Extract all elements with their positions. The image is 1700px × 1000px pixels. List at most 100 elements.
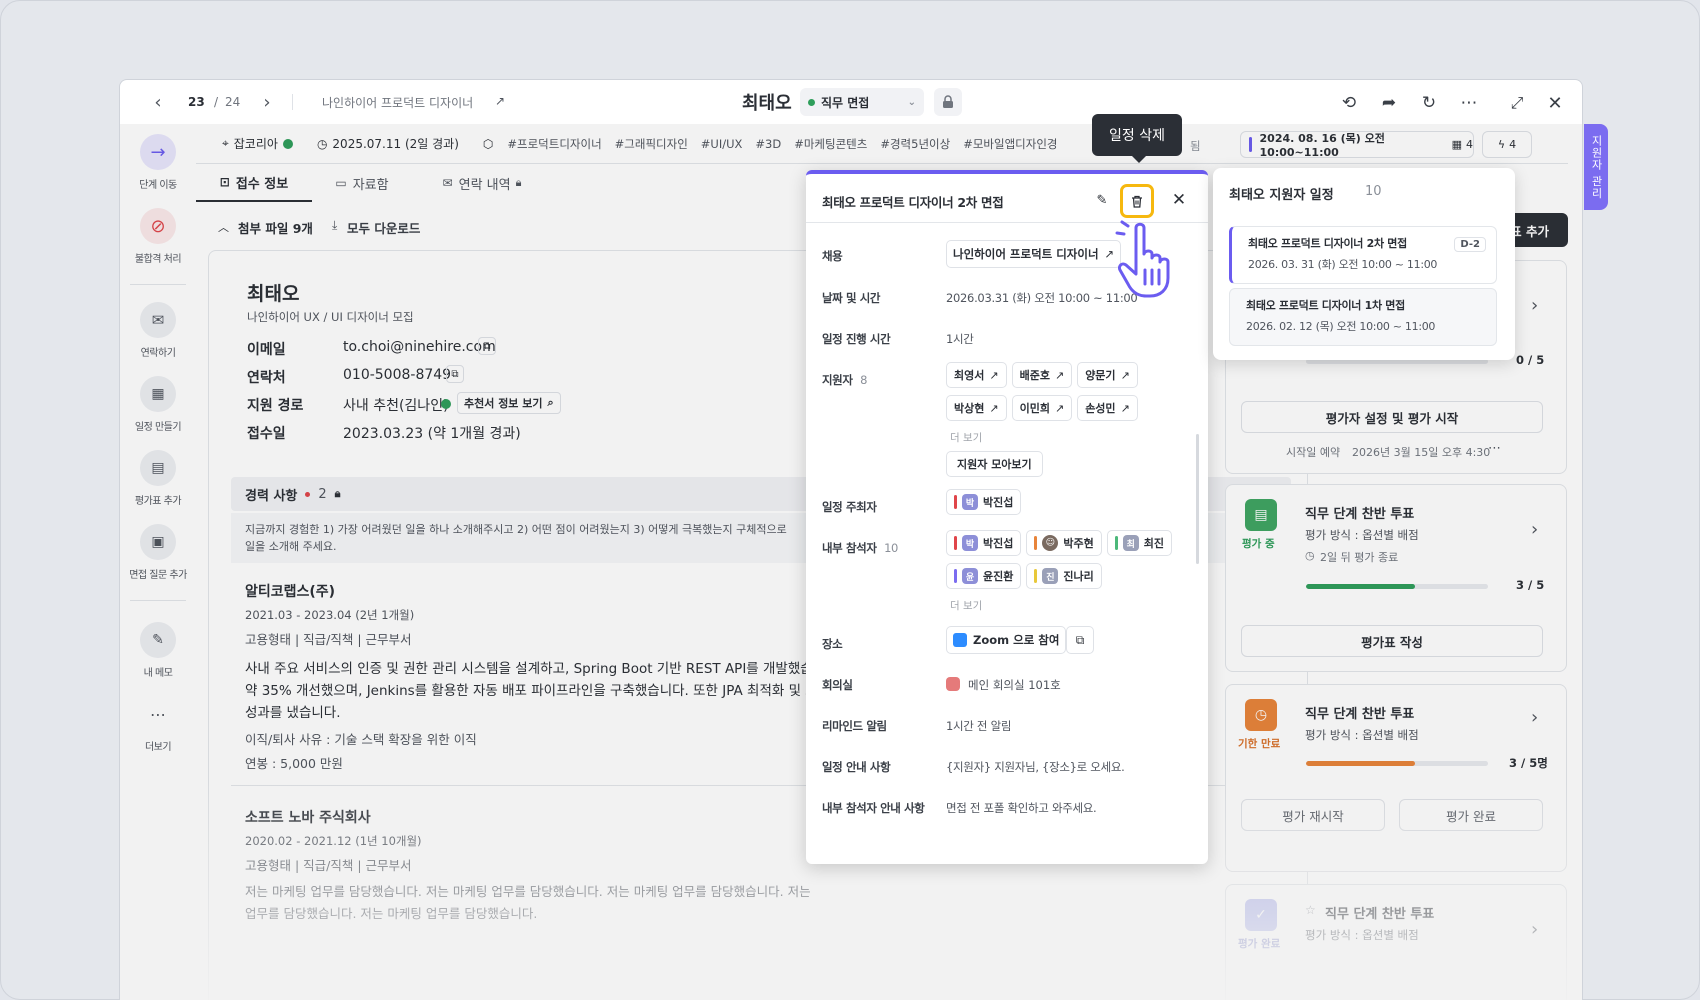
applicant-name: 이민희 xyxy=(1019,402,1050,415)
company-desc: 성과를 냈습니다. xyxy=(245,705,341,721)
internal-chip[interactable]: ☺ 박주현 xyxy=(1026,530,1102,556)
sidebar-add-question[interactable]: ▣ 면접 질문 추가 xyxy=(120,524,196,581)
more-icon[interactable]: ⋯ xyxy=(1458,92,1480,114)
route-label: 지원 경로 xyxy=(247,398,304,414)
tag: #UI/UX xyxy=(700,136,743,151)
applicant-chip[interactable]: 양문기 ↗ xyxy=(1077,362,1138,388)
chevron-right-icon[interactable]: › xyxy=(1531,919,1538,940)
applicant-name: 최영서 xyxy=(954,369,985,382)
scrollbar[interactable] xyxy=(1196,434,1199,564)
lock-button[interactable] xyxy=(934,88,962,116)
next-icon[interactable]: › xyxy=(257,92,277,113)
sidebar-reject[interactable]: ⊘ 불합격 처리 xyxy=(120,208,196,265)
zoom-chip[interactable]: Zoom 으로 참여 xyxy=(946,626,1067,654)
chevron-right-icon[interactable]: › xyxy=(1531,519,1538,540)
copy-icon[interactable]: ⧉ xyxy=(1066,626,1094,654)
write-eval-button[interactable]: 평가표 작성 xyxy=(1241,625,1543,657)
sidebar-add-eval[interactable]: ▤ 평가표 추가 xyxy=(120,450,196,507)
close-icon[interactable]: ✕ xyxy=(1168,189,1190,211)
eval-method: 평가 방식 : 옵션별 배점 xyxy=(1305,528,1419,542)
tab-receipt[interactable]: ⊡ 접수 정보 xyxy=(196,164,312,202)
career-title: 경력 사항 xyxy=(245,488,298,504)
internal-chip[interactable]: 박 박진섭 xyxy=(946,530,1022,556)
sidebar-memo[interactable]: ✎ 내 메모 xyxy=(120,622,196,679)
external-link-icon: ↗ xyxy=(1054,401,1065,415)
copy-icon[interactable]: ⧉ xyxy=(478,337,496,355)
applicant-chip[interactable]: 박상현 ↗ xyxy=(946,395,1007,421)
tab-files[interactable]: ▭ 자료함 xyxy=(312,164,412,202)
applicant-chip[interactable]: 이민희 ↗ xyxy=(1011,395,1073,421)
eval-card-expired: ◷ 기한 만료 직무 단계 찬반 투표 평가 방식 : 옵션별 배점 › 3 /… xyxy=(1225,684,1567,872)
lock-icon: 🔒︎ xyxy=(515,176,522,189)
write-eval-label: 평가표 작성 xyxy=(1361,634,1423,650)
datetime-value: 2026.03.31 (화) 오전 10:00 ~ 11:00 xyxy=(946,291,1138,305)
download-icon[interactable]: ⤓ xyxy=(332,218,337,233)
host-chip[interactable]: 박 박진섭 xyxy=(946,489,1026,522)
eval-status: 평가 중 xyxy=(1242,538,1275,550)
copy-icon[interactable]: ⧉ xyxy=(446,365,464,383)
side-tab-applicant-manage[interactable]: 지원자 관리 xyxy=(1584,124,1608,210)
job-chip[interactable]: 나인하이어 프로덕트 디자이너 ↗ xyxy=(946,240,1122,268)
history-icon[interactable]: ⟲ xyxy=(1338,92,1360,114)
eval-title: 직무 단계 찬반 투표 xyxy=(1305,507,1415,522)
prev-icon[interactable]: ‹ xyxy=(148,92,168,113)
sidebar-more[interactable]: ⋯ 더보기 xyxy=(120,696,196,754)
share-icon[interactable]: ➦ xyxy=(1378,92,1400,114)
delete-button[interactable] xyxy=(1120,184,1154,218)
add-eval-label: 표 추가 xyxy=(1510,223,1549,239)
tag: #3D xyxy=(755,136,782,151)
schedule-item[interactable]: 최태오 프로덕트 디자이너 2차 면접 2026. 03. 31 (화) 오전 … xyxy=(1229,226,1497,284)
room-label: 회의실 xyxy=(822,678,853,692)
chevron-right-icon[interactable]: › xyxy=(1531,707,1538,728)
sidebar-schedule[interactable]: ▦ 일정 만들기 xyxy=(120,376,196,433)
internal-chip[interactable]: 진 진나리 xyxy=(1026,563,1102,589)
complete-eval-label: 평가 완료 xyxy=(1446,808,1496,824)
collapse-icon[interactable]: ︿ xyxy=(218,219,229,235)
company-meta: 고용형태 | 직급/직책 | 근무부서 xyxy=(245,632,412,647)
eval-status: 평가 완료 xyxy=(1238,938,1281,950)
chevron-right-icon[interactable]: › xyxy=(1531,295,1538,316)
internal-more[interactable]: 더 보기 xyxy=(950,598,982,613)
sidebar-move-stage[interactable]: → 단계 이동 xyxy=(120,134,196,191)
applicant-chip[interactable]: 배준호 ↗ xyxy=(1011,362,1073,388)
tab-contact-history[interactable]: ✉ 연락 내역 🔒︎ xyxy=(412,164,552,202)
avatar: 진 xyxy=(1042,568,1059,584)
eval-card-done: ✓ 평가 완료 직무 단계 찬반 투표 ☆ 평가 방식 : 옵션별 배점 › xyxy=(1225,884,1567,1000)
evaluator-setup-button[interactable]: 평가자 설정 및 평가 시작 xyxy=(1241,401,1543,433)
flash-chip[interactable]: ϟ4 xyxy=(1482,131,1532,158)
external-link-icon[interactable]: ↗ xyxy=(492,93,508,109)
collect-applicants-button[interactable]: 지원자 모아보기 xyxy=(946,451,1043,477)
more-icon[interactable]: ⋯ xyxy=(1488,441,1501,456)
schedule-chip[interactable]: 2024. 08. 16 (목) 오전 10:00~11:00 ▦ 4 xyxy=(1240,131,1474,159)
mail-icon: ✉ xyxy=(151,311,165,329)
close-icon[interactable]: ✕ xyxy=(1544,92,1566,114)
referral-button[interactable]: 추천서 정보 보기 ⌕ xyxy=(457,392,561,414)
edit-icon[interactable]: ✎ xyxy=(1092,190,1112,210)
action-sidebar: → 단계 이동 ⊘ 불합격 처리 ✉ 연락하기 ▦ 일정 만들기 ▤ 평가표 추가 ▣ 면접… xyxy=(120,124,196,1000)
download-all[interactable]: 모두 다운로드 xyxy=(347,218,420,237)
sidebar-contact[interactable]: ✉ 연락하기 xyxy=(120,302,196,359)
chip-accent xyxy=(1249,137,1252,152)
company-meta: 고용형태 | 직급/직책 | 근무부서 xyxy=(245,858,412,873)
room-value: 메인 회의실 101호 xyxy=(968,678,1061,692)
eval-method: 평가 방식 : 옵션별 배점 xyxy=(1305,928,1419,942)
job-link[interactable]: 나인하이어 프로덕트 디자이너 xyxy=(322,94,473,111)
trash-icon xyxy=(1132,195,1142,208)
tag: #모바일앱디자인경 xyxy=(963,136,1058,151)
applicants-more[interactable]: 더 보기 xyxy=(950,430,982,445)
mail-icon: ✉ xyxy=(442,176,453,190)
applicant-chip[interactable]: 손성민 ↗ xyxy=(1077,395,1138,421)
complete-eval-button[interactable]: 평가 완료 xyxy=(1399,799,1543,831)
refresh-icon[interactable]: ↻ xyxy=(1418,92,1440,114)
stage-select[interactable]: 직무 면접 ⌄ xyxy=(800,88,924,116)
duration-label: 일정 진행 시간 xyxy=(822,332,891,346)
restart-eval-button[interactable]: 평가 재시작 xyxy=(1241,799,1385,831)
schedule-item[interactable]: 최태오 프로덕트 디자이너 1차 면접 2026. 02. 12 (목) 오전 … xyxy=(1229,288,1497,346)
calendar-icon: ▦ xyxy=(1451,138,1462,151)
applicant-chip[interactable]: 최영서 ↗ xyxy=(946,362,1007,388)
guide-label: 일정 안내 사항 xyxy=(822,760,891,774)
schedule-panel-title: 최태오 지원자 일정 xyxy=(1229,188,1334,203)
expand-icon[interactable]: ⤢ xyxy=(1506,92,1528,114)
internal-chip[interactable]: 윤 윤진환 xyxy=(946,563,1022,589)
internal-chip[interactable]: 최 최진 xyxy=(1106,530,1172,556)
